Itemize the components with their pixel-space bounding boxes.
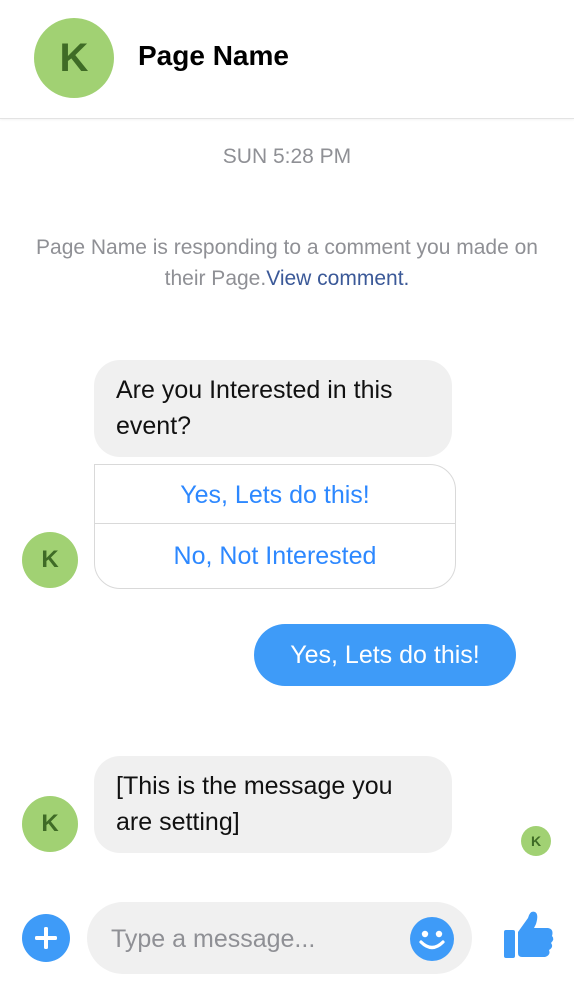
- sent-message-bubble: Yes, Lets do this!: [254, 624, 516, 686]
- smiley-icon[interactable]: [409, 916, 455, 962]
- custom-message-line-1: [This is the message you: [116, 772, 393, 800]
- quick-reply-divider: [95, 523, 455, 524]
- comment-notice: Page Name is responding to a comment you…: [20, 232, 554, 294]
- read-receipt-avatar: K: [521, 826, 551, 856]
- page-title[interactable]: Page Name: [138, 40, 289, 72]
- page-avatar[interactable]: K: [34, 18, 114, 98]
- message-timestamp: SUN 5:28 PM: [222, 145, 352, 168]
- plus-circle-icon[interactable]: [22, 914, 70, 962]
- question-bubble: Are you Interested in this event?: [94, 360, 452, 457]
- quick-replies: Yes, Lets do this! No, Not Interested: [94, 464, 456, 589]
- message-composer: [87, 902, 472, 976]
- question-line-2: event?: [116, 412, 192, 440]
- thumbs-up-icon[interactable]: [500, 906, 556, 962]
- conversation-header: K Page Name: [0, 0, 574, 119]
- custom-message-line-2: are setting]: [116, 808, 240, 836]
- sender-avatar[interactable]: K: [22, 796, 78, 852]
- quick-reply-no[interactable]: No, Not Interested: [95, 526, 455, 587]
- custom-message-bubble: [This is the message you are setting]: [94, 756, 452, 853]
- quick-reply-yes[interactable]: Yes, Lets do this!: [95, 465, 455, 526]
- question-line-1: Are you Interested in this: [116, 376, 393, 404]
- message-input[interactable]: [109, 902, 403, 976]
- view-comment-link[interactable]: View comment.: [266, 267, 409, 290]
- sender-avatar[interactable]: K: [22, 532, 78, 588]
